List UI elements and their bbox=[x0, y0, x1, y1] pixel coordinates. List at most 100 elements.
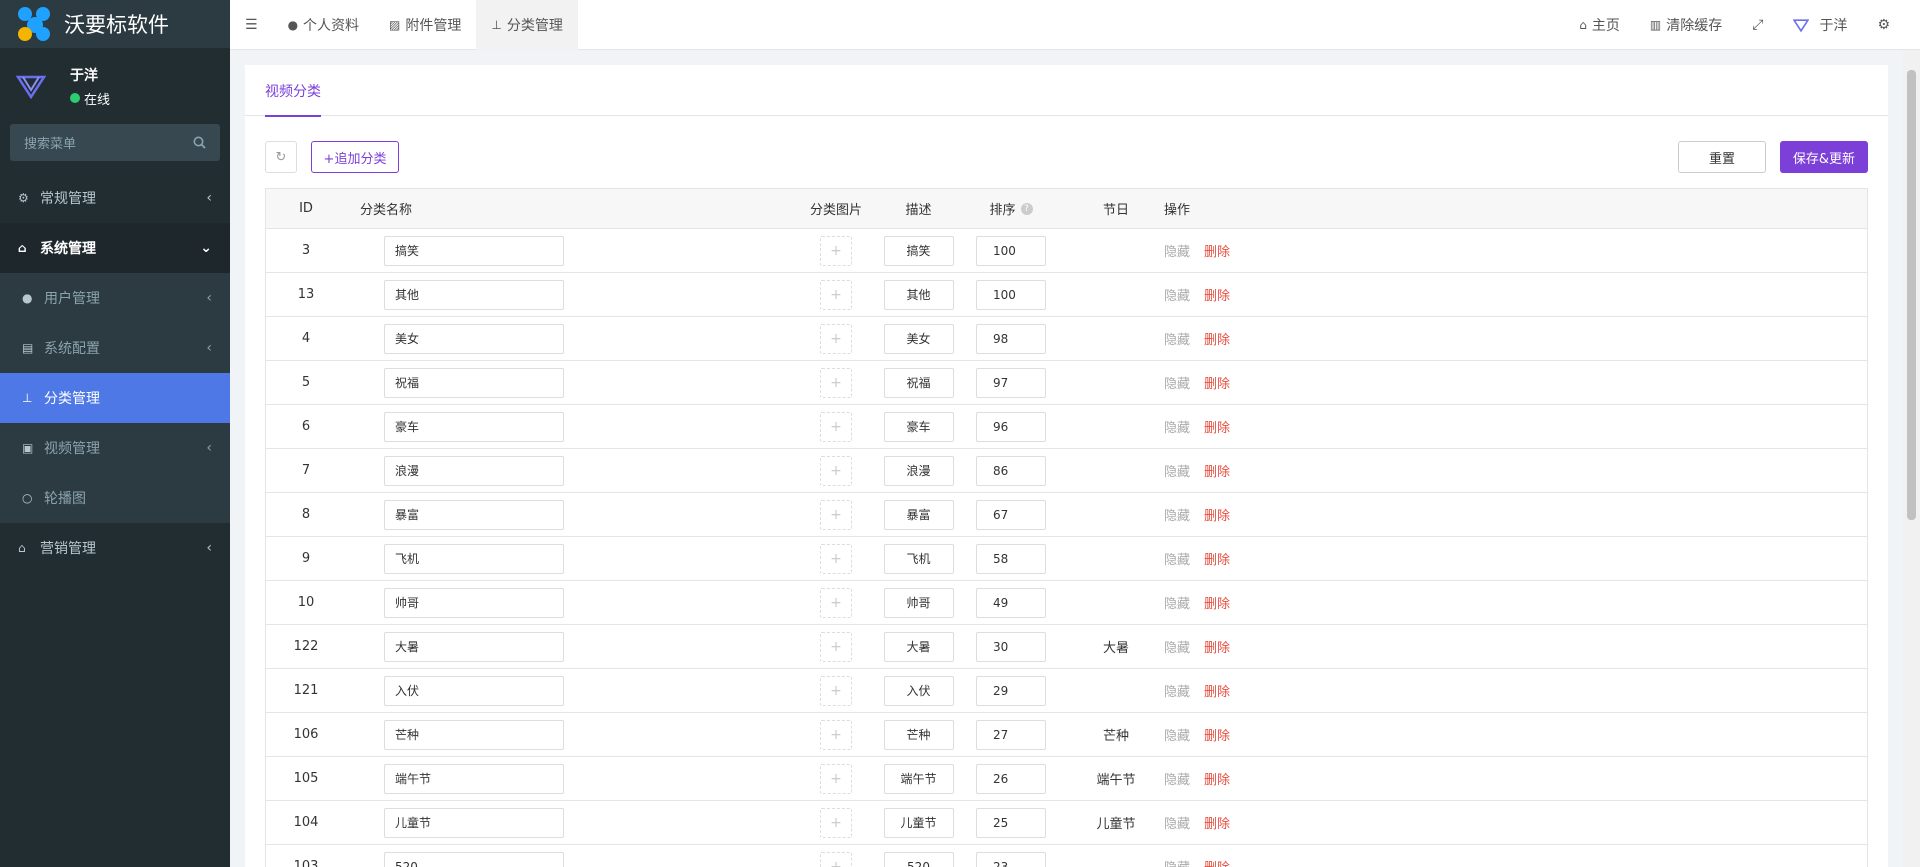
sidebar-item-users[interactable]: ● 用户管理 ‹ bbox=[0, 273, 230, 323]
sidebar-item-system[interactable]: ⌂ 系统管理 ⌄ bbox=[0, 223, 230, 273]
sidebar-item-general[interactable]: ⚙ 常规管理 ‹ bbox=[0, 173, 230, 223]
desc-input[interactable]: 大暑 bbox=[883, 631, 954, 662]
name-input[interactable]: 520 bbox=[384, 851, 564, 867]
save-update-button[interactable]: 保存&更新 bbox=[1780, 141, 1868, 173]
upload-image-button[interactable]: + bbox=[820, 279, 852, 310]
desc-input[interactable]: 飞机 bbox=[883, 543, 954, 574]
desc-input[interactable]: 520 bbox=[883, 851, 954, 867]
upload-image-button[interactable]: + bbox=[820, 675, 852, 706]
desc-input[interactable]: 其他 bbox=[883, 279, 954, 310]
upload-image-button[interactable]: + bbox=[820, 235, 852, 266]
search-icon[interactable] bbox=[193, 136, 206, 149]
upload-image-button[interactable]: + bbox=[820, 499, 852, 530]
hide-button[interactable]: 隐藏 bbox=[1164, 549, 1190, 568]
delete-button[interactable]: 删除 bbox=[1204, 813, 1230, 832]
sidebar-item-config[interactable]: ▤ 系统配置 ‹ bbox=[0, 323, 230, 373]
sort-input[interactable]: 86 bbox=[976, 455, 1046, 486]
upload-image-button[interactable]: + bbox=[820, 587, 852, 618]
hide-button[interactable]: 隐藏 bbox=[1164, 593, 1190, 612]
scrollbar-thumb[interactable] bbox=[1907, 70, 1916, 520]
delete-button[interactable]: 删除 bbox=[1204, 681, 1230, 700]
delete-button[interactable]: 删除 bbox=[1204, 593, 1230, 612]
desc-input[interactable]: 豪车 bbox=[883, 411, 954, 442]
desc-input[interactable]: 美女 bbox=[883, 323, 954, 354]
sort-input[interactable]: 100 bbox=[976, 279, 1046, 310]
sort-input[interactable]: 58 bbox=[976, 543, 1046, 574]
name-input[interactable]: 入伏 bbox=[384, 675, 564, 706]
name-input[interactable]: 浪漫 bbox=[384, 455, 564, 486]
upload-image-button[interactable]: + bbox=[820, 543, 852, 574]
desc-input[interactable]: 浪漫 bbox=[883, 455, 954, 486]
sort-input[interactable]: 26 bbox=[976, 763, 1046, 794]
clear-cache-button[interactable]: ▥ 清除缓存 bbox=[1635, 0, 1737, 50]
desc-input[interactable]: 帅哥 bbox=[883, 587, 954, 618]
sort-input[interactable]: 27 bbox=[976, 719, 1046, 750]
upload-image-button[interactable]: + bbox=[820, 455, 852, 486]
user-menu[interactable]: 于洋 bbox=[1778, 0, 1862, 50]
name-input[interactable]: 豪车 bbox=[384, 411, 564, 442]
hide-button[interactable]: 隐藏 bbox=[1164, 241, 1190, 260]
name-input[interactable]: 儿童节 bbox=[384, 807, 564, 838]
name-input[interactable]: 帅哥 bbox=[384, 587, 564, 618]
hide-button[interactable]: 隐藏 bbox=[1164, 725, 1190, 744]
hide-button[interactable]: 隐藏 bbox=[1164, 505, 1190, 524]
tab-profile[interactable]: ● 个人资料 bbox=[273, 0, 374, 50]
tab-video-category[interactable]: 视频分类 bbox=[265, 81, 321, 117]
sort-input[interactable]: 98 bbox=[976, 323, 1046, 354]
name-input[interactable]: 祝福 bbox=[384, 367, 564, 398]
sort-input[interactable]: 30 bbox=[976, 631, 1046, 662]
delete-button[interactable]: 删除 bbox=[1204, 505, 1230, 524]
name-input[interactable]: 美女 bbox=[384, 323, 564, 354]
sidebar-item-category[interactable]: ⊥ 分类管理 bbox=[0, 373, 230, 423]
settings-button[interactable]: ⚙ bbox=[1862, 0, 1920, 50]
reset-button[interactable]: 重置 bbox=[1678, 141, 1766, 173]
sort-input[interactable]: 97 bbox=[976, 367, 1046, 398]
question-icon[interactable]: ? bbox=[1020, 202, 1033, 215]
desc-input[interactable]: 暴富 bbox=[883, 499, 954, 530]
sort-input[interactable]: 49 bbox=[976, 587, 1046, 618]
home-link[interactable]: ⌂ 主页 bbox=[1564, 0, 1635, 50]
hide-button[interactable]: 隐藏 bbox=[1164, 461, 1190, 480]
tab-category[interactable]: ⊥ 分类管理 bbox=[476, 0, 578, 50]
sort-input[interactable]: 29 bbox=[976, 675, 1046, 706]
name-input[interactable]: 芒种 bbox=[384, 719, 564, 750]
name-input[interactable]: 端午节 bbox=[384, 763, 564, 794]
sidebar-item-marketing[interactable]: ⌂ 营销管理 ‹ bbox=[0, 523, 230, 573]
refresh-button[interactable]: ↻ bbox=[265, 141, 297, 173]
hide-button[interactable]: 隐藏 bbox=[1164, 681, 1190, 700]
sort-input[interactable]: 96 bbox=[976, 411, 1046, 442]
upload-image-button[interactable]: + bbox=[820, 411, 852, 442]
tab-attachments[interactable]: ▨ 附件管理 bbox=[374, 0, 476, 50]
delete-button[interactable]: 删除 bbox=[1204, 725, 1230, 744]
name-input[interactable]: 其他 bbox=[384, 279, 564, 310]
desc-input[interactable]: 儿童节 bbox=[883, 807, 954, 838]
desc-input[interactable]: 入伏 bbox=[883, 675, 954, 706]
upload-image-button[interactable]: + bbox=[820, 719, 852, 750]
menu-search-input[interactable]: 搜索菜单 bbox=[10, 124, 220, 161]
name-input[interactable]: 暴富 bbox=[384, 499, 564, 530]
delete-button[interactable]: 删除 bbox=[1204, 549, 1230, 568]
hide-button[interactable]: 隐藏 bbox=[1164, 329, 1190, 348]
delete-button[interactable]: 删除 bbox=[1204, 769, 1230, 788]
add-category-button[interactable]: +追加分类 bbox=[311, 141, 399, 173]
name-input[interactable]: 大暑 bbox=[384, 631, 564, 662]
menu-toggle[interactable]: ☰ bbox=[230, 0, 273, 50]
delete-button[interactable]: 删除 bbox=[1204, 417, 1230, 436]
hide-button[interactable]: 隐藏 bbox=[1164, 637, 1190, 656]
desc-input[interactable]: 祝福 bbox=[883, 367, 954, 398]
upload-image-button[interactable]: + bbox=[820, 631, 852, 662]
desc-input[interactable]: 搞笑 bbox=[883, 235, 954, 266]
delete-button[interactable]: 删除 bbox=[1204, 461, 1230, 480]
sort-input[interactable]: 23 bbox=[976, 851, 1046, 867]
hide-button[interactable]: 隐藏 bbox=[1164, 857, 1190, 867]
name-input[interactable]: 飞机 bbox=[384, 543, 564, 574]
upload-image-button[interactable]: + bbox=[820, 323, 852, 354]
delete-button[interactable]: 删除 bbox=[1204, 857, 1230, 867]
delete-button[interactable]: 删除 bbox=[1204, 373, 1230, 392]
sidebar-item-carousel[interactable]: ○ 轮播图 bbox=[0, 473, 230, 523]
sort-input[interactable]: 100 bbox=[976, 235, 1046, 266]
hide-button[interactable]: 隐藏 bbox=[1164, 417, 1190, 436]
upload-image-button[interactable]: + bbox=[820, 851, 852, 867]
name-input[interactable]: 搞笑 bbox=[384, 235, 564, 266]
sidebar-item-video[interactable]: ▣ 视频管理 ‹ bbox=[0, 423, 230, 473]
